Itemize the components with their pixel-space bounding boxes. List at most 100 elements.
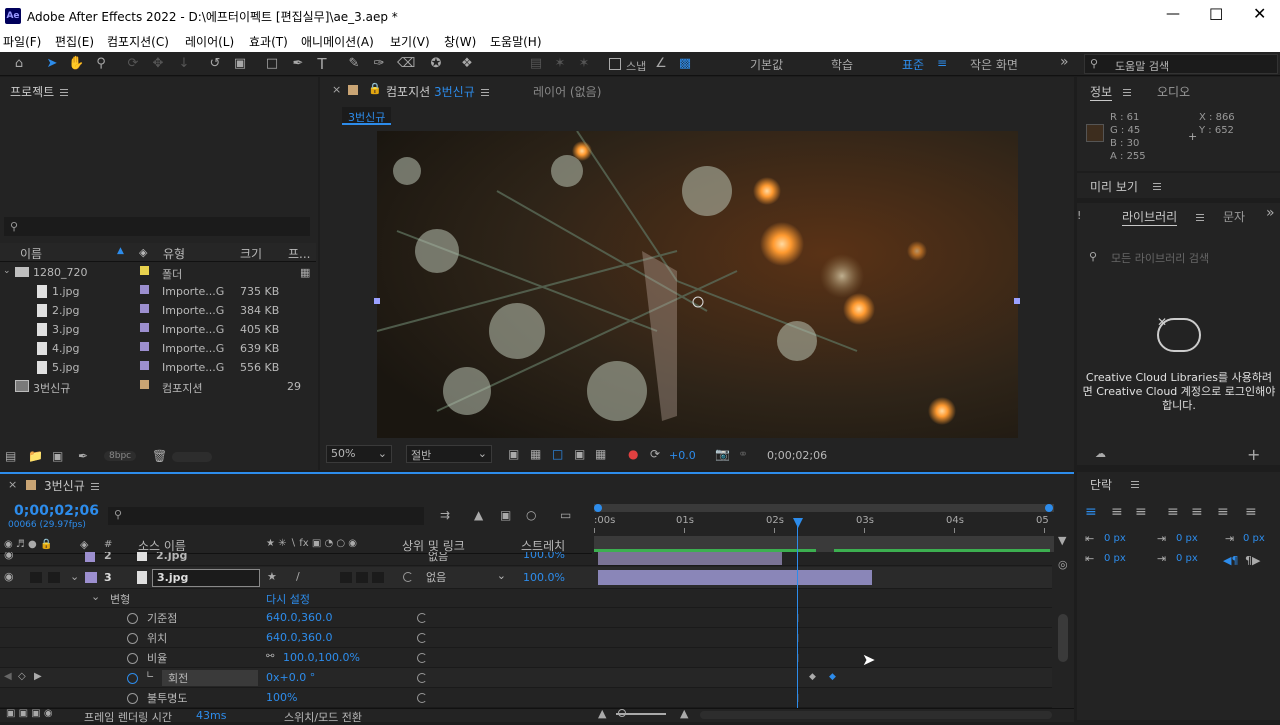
thumbnail-slider[interactable] — [172, 452, 212, 462]
constrain-link-icon[interactable]: ⚯ — [266, 651, 274, 662]
prev-keyframe-icon[interactable]: ◀ — [4, 671, 12, 682]
menu-view[interactable]: 보기(V) — [390, 33, 430, 50]
layer-duration-bar[interactable] — [598, 552, 782, 565]
label-color-swatch[interactable] — [140, 285, 149, 294]
layer-parent[interactable]: 없음 — [428, 552, 448, 564]
cloud-sync-icon[interactable]: ☁ — [1095, 447, 1106, 460]
home-icon[interactable]: ⌂ — [11, 56, 27, 72]
justify-all-icon[interactable]: ≡ — [1245, 504, 1257, 520]
eraser-tool-icon[interactable]: ⌫ — [397, 56, 415, 72]
layer-duration-bar[interactable] — [598, 570, 872, 585]
work-area-end[interactable] — [1045, 504, 1053, 512]
transform-row[interactable]: ⌄ 변형 다시 설정 — [0, 588, 1052, 608]
label-color-swatch[interactable] — [140, 361, 149, 370]
label-color[interactable] — [85, 552, 95, 562]
playhead-line[interactable] — [797, 519, 798, 709]
close-tab-icon[interactable]: × — [332, 83, 341, 96]
align-center-icon[interactable]: ≡ — [1111, 504, 1123, 520]
zoom-out-icon[interactable]: ▲ — [598, 707, 606, 720]
zoom-tool-icon[interactable]: ⚲ — [93, 56, 109, 72]
switch-box[interactable] — [340, 572, 352, 583]
info-tab[interactable]: 정보 — [1090, 83, 1113, 101]
minimize-icon[interactable]: — — [1166, 6, 1180, 22]
property-value[interactable]: 640.0,360.0 — [266, 631, 332, 644]
layer-name[interactable]: 2.jpg — [156, 552, 187, 562]
help-search-input[interactable]: ⚲ 도움말 검색 — [1084, 54, 1278, 74]
paragraph-title[interactable]: 단락 — [1090, 476, 1112, 493]
work-area-bar[interactable] — [594, 504, 1054, 512]
expression-pick-whip-icon[interactable] — [417, 613, 427, 623]
work-area-start[interactable] — [594, 504, 602, 512]
panel-menu-icon[interactable] — [1196, 214, 1204, 221]
axis-icon[interactable]: ✶ — [552, 56, 568, 72]
indent-right-value[interactable]: 0 px — [1243, 533, 1265, 544]
timeline-timecode[interactable]: 0;00;02;06 — [14, 503, 99, 519]
ltr-direction-icon[interactable]: ◀¶ — [1223, 554, 1238, 567]
layer-handle[interactable] — [1014, 298, 1020, 304]
comp-marker-icon[interactable]: ▼ — [1058, 534, 1066, 547]
comp-breadcrumb[interactable]: 3번신규 — [342, 107, 392, 125]
pick-whip-icon[interactable] — [403, 572, 413, 582]
col-frame[interactable]: 프... — [288, 245, 310, 262]
workspace-default[interactable]: 기본값 — [750, 56, 783, 73]
menu-effect[interactable]: 효과(T) — [249, 33, 288, 50]
label-color-swatch[interactable] — [140, 266, 149, 275]
timeline-comp-tab[interactable]: 3번신규 — [44, 477, 99, 494]
snap-edges-icon[interactable]: ∠ — [653, 56, 669, 72]
collapse-chevron-icon[interactable]: ⌄ — [3, 266, 11, 276]
snapshot-icon[interactable]: 📷 — [715, 447, 730, 461]
footer-toggle-icons[interactable]: ▣ ▣ ▣ ◉ — [6, 708, 53, 719]
label-color[interactable] — [85, 572, 97, 583]
layer-stretch[interactable]: 100.0% — [523, 571, 565, 584]
snap-checkbox[interactable] — [609, 58, 621, 70]
label-tag-icon[interactable]: ◈ — [80, 538, 88, 551]
align-icon[interactable]: ▤ — [528, 56, 544, 72]
expression-pick-whip-icon[interactable] — [417, 653, 427, 663]
shy-layers-icon[interactable]: ▣ — [500, 508, 511, 522]
rotate-tool-icon[interactable]: ↺ — [207, 56, 223, 72]
menu-edit[interactable]: 편집(E) — [55, 33, 94, 50]
project-item[interactable]: 4.jpg Importe...G 639 KB — [0, 339, 316, 358]
mask-visibility-icon[interactable]: □ — [552, 447, 563, 461]
col-size[interactable]: 크기 — [240, 245, 262, 262]
transparency-grid-icon[interactable]: ▦ — [530, 447, 541, 461]
dolly-tool-icon[interactable]: ↓ — [176, 56, 192, 72]
menu-layer[interactable]: 레이어(L) — [185, 33, 234, 50]
stopwatch-icon[interactable] — [127, 613, 138, 624]
sort-asc-icon[interactable]: ▲ — [117, 246, 124, 256]
menu-help[interactable]: 도움말(H) — [490, 33, 542, 50]
stopwatch-icon[interactable] — [127, 693, 138, 704]
preview-title[interactable]: 미리 보기 — [1090, 178, 1138, 195]
clone-tool-icon[interactable]: ✑ — [371, 56, 387, 72]
new-comp-icon[interactable]: ▣ — [52, 449, 63, 463]
world-axis-icon[interactable]: ✶ — [576, 56, 592, 72]
more-panels-icon[interactable]: » — [1266, 205, 1275, 221]
layer-search-input[interactable]: ⚲ — [108, 507, 424, 525]
maximize-icon[interactable]: ☐ — [1209, 5, 1223, 24]
trash-icon[interactable]: 🗑 — [152, 449, 167, 463]
new-folder-icon[interactable]: 📁 — [28, 449, 43, 463]
next-keyframe-icon[interactable]: ▶ — [34, 671, 42, 682]
graph-icon[interactable]: ∟ — [146, 670, 154, 681]
align-left-icon[interactable]: ≡ — [1085, 504, 1097, 520]
add-icon[interactable]: + — [1247, 445, 1260, 464]
panel-menu-icon[interactable] — [60, 89, 69, 96]
pan-tool-icon[interactable]: ✥ — [150, 56, 166, 72]
lock-icon[interactable]: 🔒 — [368, 82, 382, 95]
parent-dropdown[interactable]: 없음 ⌄ — [422, 568, 510, 586]
layer-handle[interactable] — [374, 298, 380, 304]
project-item[interactable]: 3번신규 컴포지션 29 — [0, 377, 316, 396]
keyframe-diamond-selected[interactable]: ◆ — [829, 672, 836, 682]
channel-icon[interactable]: ● — [628, 447, 638, 461]
expression-pick-whip-icon[interactable] — [417, 673, 427, 683]
label-color-swatch[interactable] — [140, 380, 149, 389]
roto-tool-icon[interactable]: ✪ — [428, 56, 444, 72]
grid-guides-icon[interactable]: ▦ — [595, 447, 606, 461]
layer-row-selected[interactable]: ◉ ⌄ 3 3.jpg ★ / 없음 ⌄ 100.0% — [0, 567, 1052, 589]
collapse-chevron-icon[interactable]: ⌄ — [70, 570, 79, 583]
frame-blending-icon[interactable]: ○ — [526, 508, 536, 522]
project-item[interactable]: ⌄ 1280_720 폴더 ▦ — [0, 263, 316, 282]
fast-preview-icon[interactable]: ▣ — [508, 447, 519, 461]
comp-timecode[interactable]: 0;00;02;06 — [767, 449, 827, 462]
audio-tab[interactable]: 오디오 — [1157, 83, 1190, 100]
